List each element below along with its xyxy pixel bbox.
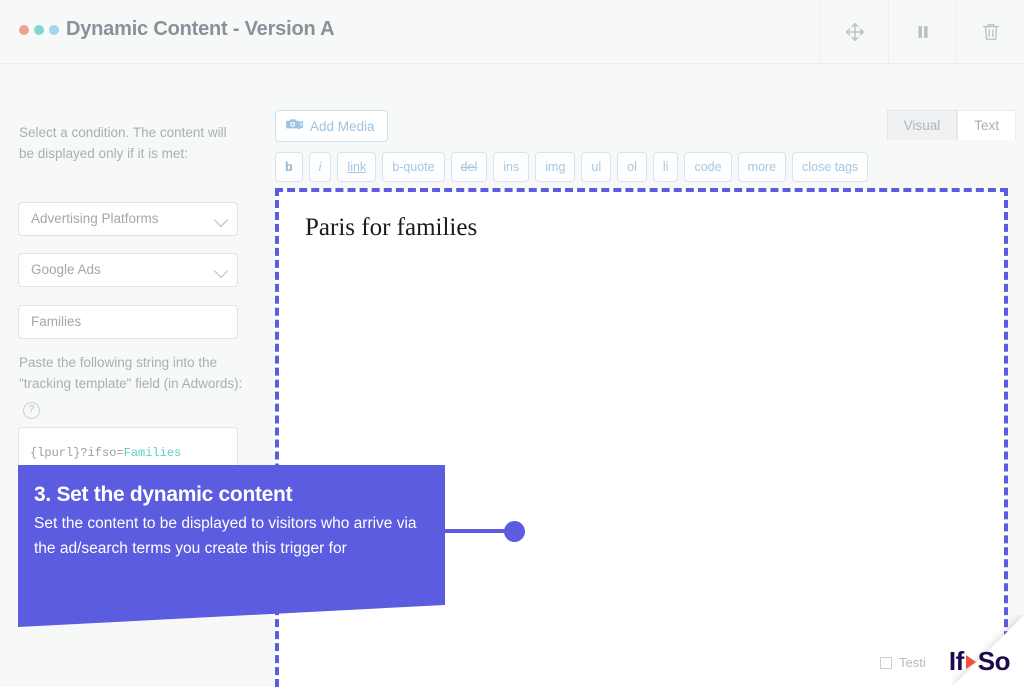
condition-type-value: Advertising Platforms [31, 211, 159, 226]
paste-instruction-text: Paste the following string into the "tra… [19, 355, 243, 391]
content-editor: Add Media Visual Text b i link b-quote d… [258, 64, 1024, 687]
content-text: Paris for families [305, 214, 478, 241]
testimonial-label: Testi [899, 655, 926, 670]
quicktag-img[interactable]: img [535, 152, 576, 182]
paste-instruction: Paste the following string into the "tra… [19, 352, 243, 419]
tracking-template-prefix: {lpurl}?ifso= [30, 446, 124, 460]
tab-visual[interactable]: Visual [886, 110, 958, 140]
app-window: Dynamic Content - Version A Select a con… [0, 0, 1024, 687]
platform-value: Google Ads [31, 262, 101, 277]
help-icon[interactable]: ? [23, 402, 40, 419]
quicktag-del[interactable]: del [450, 152, 488, 182]
salmon-dot [19, 25, 29, 35]
pause-button[interactable] [888, 0, 956, 64]
teal-dot [34, 25, 44, 35]
content-textarea[interactable]: Paris for families [275, 188, 1008, 687]
ifso-logo: If So [948, 646, 1011, 677]
quicktags-toolbar: b i link b-quote del ins img ul ol li co… [275, 152, 869, 182]
quicktag-more[interactable]: more [737, 152, 787, 182]
page-title: Dynamic Content - Version A [66, 18, 335, 40]
tracking-template-code: {lpurl}?ifso=Families [30, 446, 181, 460]
editor-mode-tabs: Visual Text [886, 110, 1016, 140]
delete-button[interactable] [956, 0, 1024, 64]
tracking-template-box[interactable]: {lpurl}?ifso=Families [18, 427, 238, 507]
quicktag-ol[interactable]: ol [617, 152, 647, 182]
camera-music-icon [286, 116, 303, 137]
quicktag-i[interactable]: i [308, 152, 332, 182]
tracking-template-highlight: Families [123, 446, 182, 460]
condition-hint: Select a condition. The content will be … [19, 125, 227, 161]
condition-type-select[interactable]: Advertising Platforms [18, 202, 238, 236]
callout-connector-line [445, 529, 507, 533]
condition-sidebar: Select a condition. The content will be … [0, 64, 258, 687]
window-header: Dynamic Content - Version A [0, 0, 1024, 64]
quicktag-ins[interactable]: ins [493, 152, 530, 182]
pause-icon [913, 22, 933, 42]
keyword-value: Families [31, 314, 82, 329]
quicktag-code[interactable]: code [684, 152, 732, 182]
logo-text-so: So [977, 646, 1011, 676]
chevron-down-icon [213, 212, 229, 228]
header-actions [820, 0, 1024, 64]
tab-text[interactable]: Text [957, 110, 1016, 140]
testimonial-checkbox[interactable]: Testi [880, 655, 926, 670]
move-button[interactable] [820, 0, 888, 64]
checkbox-icon[interactable] [880, 656, 892, 669]
blue-dot [49, 25, 59, 35]
add-media-button[interactable]: Add Media [275, 110, 388, 142]
quicktag-b[interactable]: b [275, 152, 303, 182]
chevron-down-icon [213, 263, 229, 279]
quicktag-close-tags[interactable]: close tags [792, 152, 869, 182]
status-dots [19, 25, 59, 35]
add-media-label: Add Media [310, 118, 375, 134]
quicktag-b-quote[interactable]: b-quote [382, 152, 445, 182]
quicktag-ul[interactable]: ul [581, 152, 612, 182]
platform-select[interactable]: Google Ads [18, 253, 238, 287]
play-triangle-icon [965, 654, 976, 669]
callout-connector-dot [504, 521, 525, 542]
trash-icon [980, 21, 1002, 43]
logo-text-if: If [948, 646, 964, 676]
move-icon [844, 21, 866, 43]
quicktag-link[interactable]: link [337, 152, 377, 182]
quicktag-li[interactable]: li [652, 152, 679, 182]
keyword-input[interactable]: Families [18, 305, 238, 339]
